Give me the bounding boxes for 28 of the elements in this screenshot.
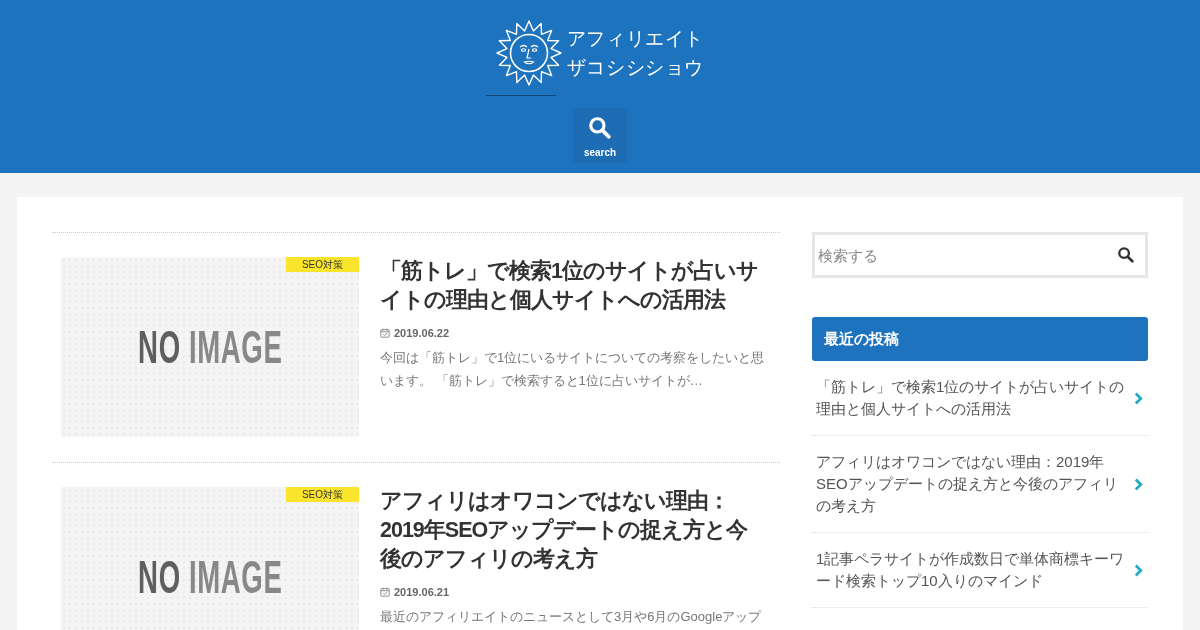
search-button[interactable] — [1118, 247, 1134, 263]
no-image-label: NO IMAGE — [137, 557, 283, 597]
no-image-thumbnail[interactable]: NO IMAGE SEO対策 — [61, 257, 359, 437]
widget-title: 最近の投稿 — [812, 317, 1148, 361]
post-date: 2019.06.22 — [394, 326, 450, 341]
no-image-thumbnail[interactable]: NO IMAGE SEO対策 — [61, 487, 359, 630]
chevron-right-icon — [1134, 477, 1143, 491]
no-image-label: NO IMAGE — [137, 327, 283, 367]
post-excerpt: 最近のアフィリエイトのニュースとして3月や6月のGoogleアップ — [380, 608, 763, 626]
category-tag: SEO対策 — [286, 257, 359, 272]
post-date: 2019.06.21 — [394, 585, 450, 600]
search-button[interactable]: search — [573, 108, 627, 163]
post-excerpt: 今回は「筋トレ」で1位にいるサイトについての考察をしたいと思います。 「筋トレ」で検索すると1位に占いサイトが… — [380, 349, 766, 390]
recent-post-link[interactable]: 「筋トレ」で検索1位のサイトが占いサイトの理由と個人サイトへの活用法 — [812, 361, 1148, 436]
search-icon — [1118, 247, 1134, 263]
recent-post-link[interactable]: 1記事ペラサイトが作成数日で単体商標キーワード検索トップ10入りのマインド — [812, 533, 1148, 608]
post-title-link[interactable]: 「筋トレ」で検索1位のサイトが占いサイトの理由と個人サイトへの活用法 — [380, 257, 764, 315]
calendar-icon — [380, 328, 390, 338]
search-icon — [589, 117, 611, 139]
sun-icon — [495, 19, 562, 86]
site-title[interactable]: アフィリエイト ザコシシショウ — [566, 23, 705, 82]
post-title-link[interactable]: アフィリはオワコンではない理由：2019年SEOアップデートの捉え方と今後のアフィリの考え方 — [380, 487, 764, 574]
search-field[interactable]: 検索する — [812, 232, 1148, 278]
category-tag: SEO対策 — [286, 487, 359, 502]
chevron-right-icon — [1134, 563, 1143, 577]
recent-post-link[interactable]: アフィリはオワコンではない理由：2019年SEOアップデートの捉え方と今後のアフィリの考え方 — [812, 436, 1148, 533]
calendar-icon — [380, 587, 390, 597]
chevron-right-icon — [1134, 391, 1143, 405]
